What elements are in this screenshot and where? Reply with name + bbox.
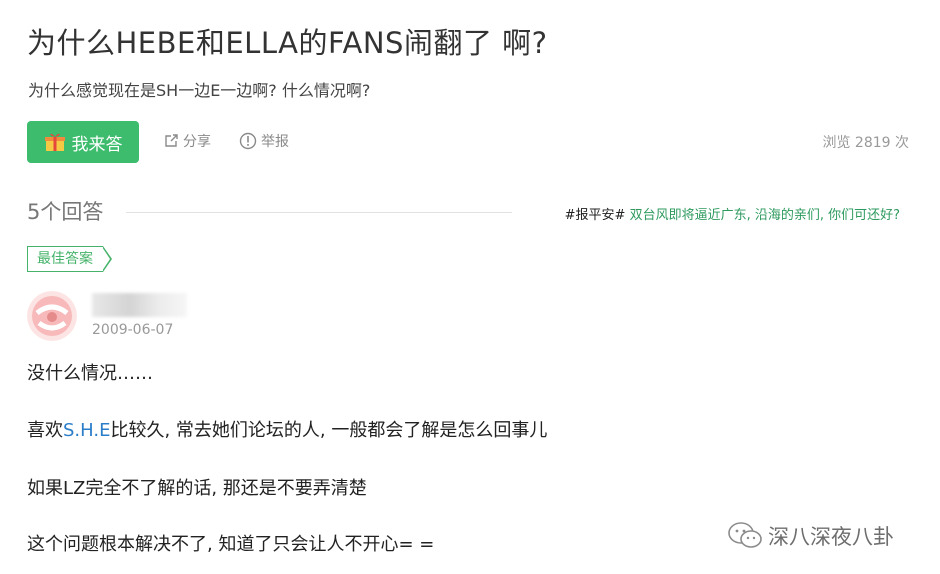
user-name-blurred[interactable]: [92, 293, 187, 317]
watermark: 深八深夜八卦: [728, 521, 894, 551]
answer-paragraph-1: 没什么情况……: [27, 363, 153, 384]
answer-paragraph-3: 如果LZ完全不了解的话, 那还是不要弄清楚: [27, 478, 367, 499]
answer-count: 5个回答: [27, 200, 104, 224]
answers-header: 5个回答 #报平安# 双台风即将逼近广东, 沿海的亲们, 你们可还好?: [27, 196, 912, 230]
answer-date: 2009-06-07: [92, 322, 174, 338]
wechat-icon: [728, 522, 762, 548]
promo-banner[interactable]: #报平安# 双台风即将逼近广东, 沿海的亲们, 你们可还好?: [565, 204, 900, 223]
answer-button[interactable]: 我来答: [27, 121, 139, 163]
answer-paragraph-4: 这个问题根本解决不了, 知道了只会让人不开心= =: [27, 534, 435, 555]
gift-icon: [44, 133, 65, 151]
divider: [126, 212, 512, 213]
report-label: 举报: [261, 134, 289, 150]
best-answer-badge: 最佳答案: [27, 246, 112, 272]
view-count: 浏览 2819 次: [822, 135, 909, 151]
answer-button-label: 我来答: [71, 134, 123, 155]
answer-paragraph-2: 喜欢S.H.E比较久, 常去她们论坛的人, 一般都会了解是怎么回事儿: [27, 416, 547, 442]
share-icon: [165, 134, 178, 147]
highlighted-keyword[interactable]: S.H.E: [63, 420, 110, 441]
question-description: 为什么感觉现在是SH一边E一边啊? 什么情况啊?: [28, 81, 371, 100]
report-link[interactable]: 举报: [239, 131, 289, 151]
avatar[interactable]: [27, 291, 77, 341]
answer-paragraph-2-pre: 喜欢: [27, 420, 63, 441]
share-label: 分享: [183, 134, 211, 150]
promo-link[interactable]: 双台风即将逼近广东, 沿海的亲们, 你们可还好?: [630, 208, 900, 223]
avatar-image: [27, 291, 77, 341]
answer-paragraph-2-post: 比较久, 常去她们论坛的人, 一般都会了解是怎么回事儿: [110, 420, 548, 441]
warning-icon: [239, 132, 257, 150]
share-link[interactable]: 分享: [163, 131, 211, 151]
question-title: 为什么HEBE和ELLA的FANS闹翻了 啊?: [27, 26, 548, 60]
promo-tag: #报平安#: [564, 208, 626, 223]
watermark-text: 深八深夜八卦: [768, 525, 894, 549]
